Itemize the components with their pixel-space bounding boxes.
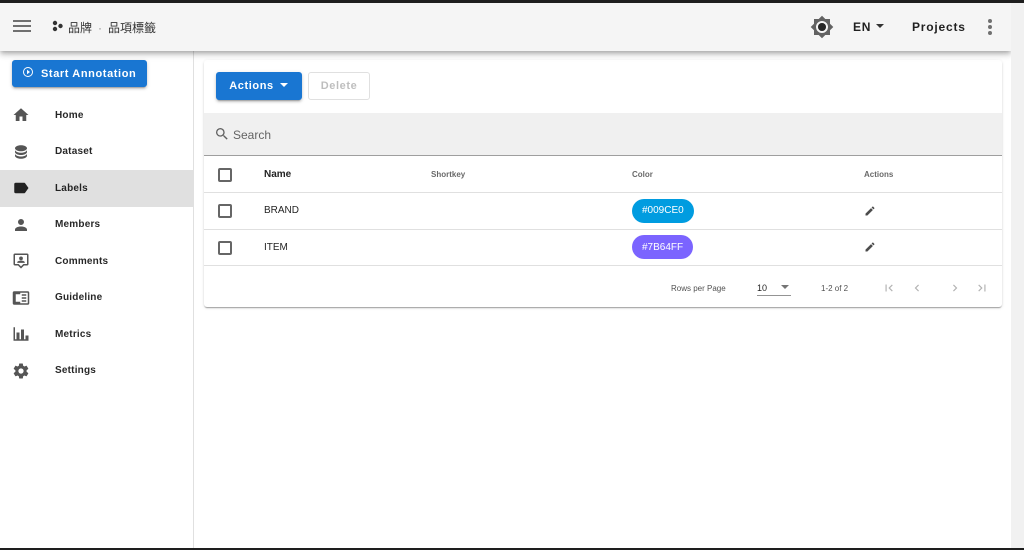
app-window: 品牌 · 品項標籤 EN Projects Start Annotation H…: [0, 3, 1011, 548]
play-circle-icon: [22, 66, 34, 81]
projects-button[interactable]: Projects: [912, 20, 966, 34]
labels-table: Name Shortkey Color Actions BRAND #009CE…: [204, 157, 1002, 266]
sidebar-item-dataset[interactable]: Dataset: [0, 134, 193, 171]
chevron-left-icon[interactable]: [910, 281, 924, 295]
start-annotation-button[interactable]: Start Annotation: [12, 60, 147, 87]
sidebar-item-label: Metrics: [55, 328, 92, 340]
sidebar: Start Annotation Home Dataset Labels Mem…: [0, 51, 194, 548]
start-annotation-label: Start Annotation: [41, 67, 137, 80]
table-header: Name Shortkey Color Actions: [204, 157, 1002, 193]
column-header-color[interactable]: Color: [632, 157, 653, 192]
breadcrumb-project[interactable]: 品牌: [68, 19, 92, 36]
comment-account-icon: [12, 252, 30, 270]
search-bar: [204, 113, 1002, 156]
search-icon: [214, 126, 230, 142]
breadcrumb-page: 品項標籤: [108, 21, 157, 35]
home-icon: [12, 106, 30, 124]
sidebar-item-members[interactable]: Members: [0, 207, 193, 244]
row-checkbox[interactable]: [218, 204, 232, 218]
column-header-actions: Actions: [864, 170, 894, 179]
menu-down-icon: [781, 285, 789, 289]
column-header-name[interactable]: Name: [264, 157, 291, 192]
sidebar-item-label: Members: [55, 219, 101, 231]
page-last-icon[interactable]: [975, 281, 989, 295]
page-first-icon[interactable]: [882, 281, 896, 295]
search-input[interactable]: [233, 123, 973, 147]
account-icon: [12, 216, 30, 234]
table-row: BRAND #009CE0: [204, 193, 1002, 230]
book-open-icon: [12, 289, 30, 307]
sidebar-item-comments[interactable]: Comments: [0, 243, 193, 280]
window-scrollbar[interactable]: [1011, 3, 1024, 548]
chart-bar-icon: [12, 325, 30, 343]
dots-vertical-icon[interactable]: [978, 15, 1002, 39]
rows-per-page-value: 10: [757, 283, 768, 293]
sidebar-nav: Home Dataset Labels Members Comments Gui…: [0, 97, 193, 389]
actions-label: Actions: [229, 80, 274, 92]
column-header-shortkey[interactable]: Shortkey: [431, 157, 465, 192]
rows-per-page-select[interactable]: 10: [757, 280, 791, 296]
labels-card: Actions Delete Name Shortkey Color Actio…: [204, 60, 1002, 307]
label-name: ITEM: [264, 241, 288, 253]
rows-per-page-label: Rows per Page: [671, 284, 726, 293]
row-checkbox[interactable]: [218, 240, 232, 255]
label-name: BRAND: [264, 205, 300, 217]
pencil-icon[interactable]: [864, 241, 876, 253]
sidebar-item-label: Dataset: [55, 146, 93, 158]
language-label: EN: [853, 20, 872, 34]
pencil-icon[interactable]: [864, 205, 876, 217]
sidebar-item-label: Labels: [55, 182, 88, 194]
delete-button: Delete: [308, 72, 370, 100]
sidebar-item-settings[interactable]: Settings: [0, 353, 193, 390]
select-all-checkbox[interactable]: [218, 168, 232, 182]
app-bar: 品牌 · 品項標籤 EN Projects: [0, 3, 1011, 51]
sidebar-item-labels[interactable]: Labels: [0, 170, 193, 207]
chevron-right-icon[interactable]: [948, 281, 962, 295]
table-row: ITEM #7B64FF: [204, 230, 1002, 266]
sidebar-item-label: Comments: [55, 255, 109, 267]
menu-down-icon: [875, 20, 885, 34]
database-icon: [12, 143, 30, 161]
sidebar-item-metrics[interactable]: Metrics: [0, 316, 193, 353]
sidebar-item-label: Home: [55, 109, 84, 121]
sidebar-item-label: Settings: [55, 365, 97, 377]
hexagon-multiple-icon: [52, 20, 64, 35]
breadcrumb-separator: ·: [98, 20, 103, 35]
brightness-icon[interactable]: [810, 15, 834, 39]
color-chip[interactable]: #7B64FF: [632, 235, 694, 260]
actions-menu-button[interactable]: Actions: [216, 72, 302, 100]
sidebar-item-label: Guideline: [55, 292, 103, 304]
sidebar-item-home[interactable]: Home: [0, 97, 193, 134]
language-menu-button[interactable]: EN: [853, 20, 885, 34]
pagination-range: 1-2 of 2: [821, 284, 849, 293]
menu-icon[interactable]: [10, 14, 34, 38]
color-chip[interactable]: #009CE0: [632, 198, 694, 223]
label-icon: [12, 179, 30, 197]
sidebar-item-guideline[interactable]: Guideline: [0, 280, 193, 317]
breadcrumb: 品牌 · 品項標籤: [52, 19, 156, 36]
menu-down-icon: [279, 80, 289, 93]
table-footer: Rows per Page 10 1-2 of 2: [204, 267, 1002, 307]
cog-icon: [12, 362, 30, 380]
